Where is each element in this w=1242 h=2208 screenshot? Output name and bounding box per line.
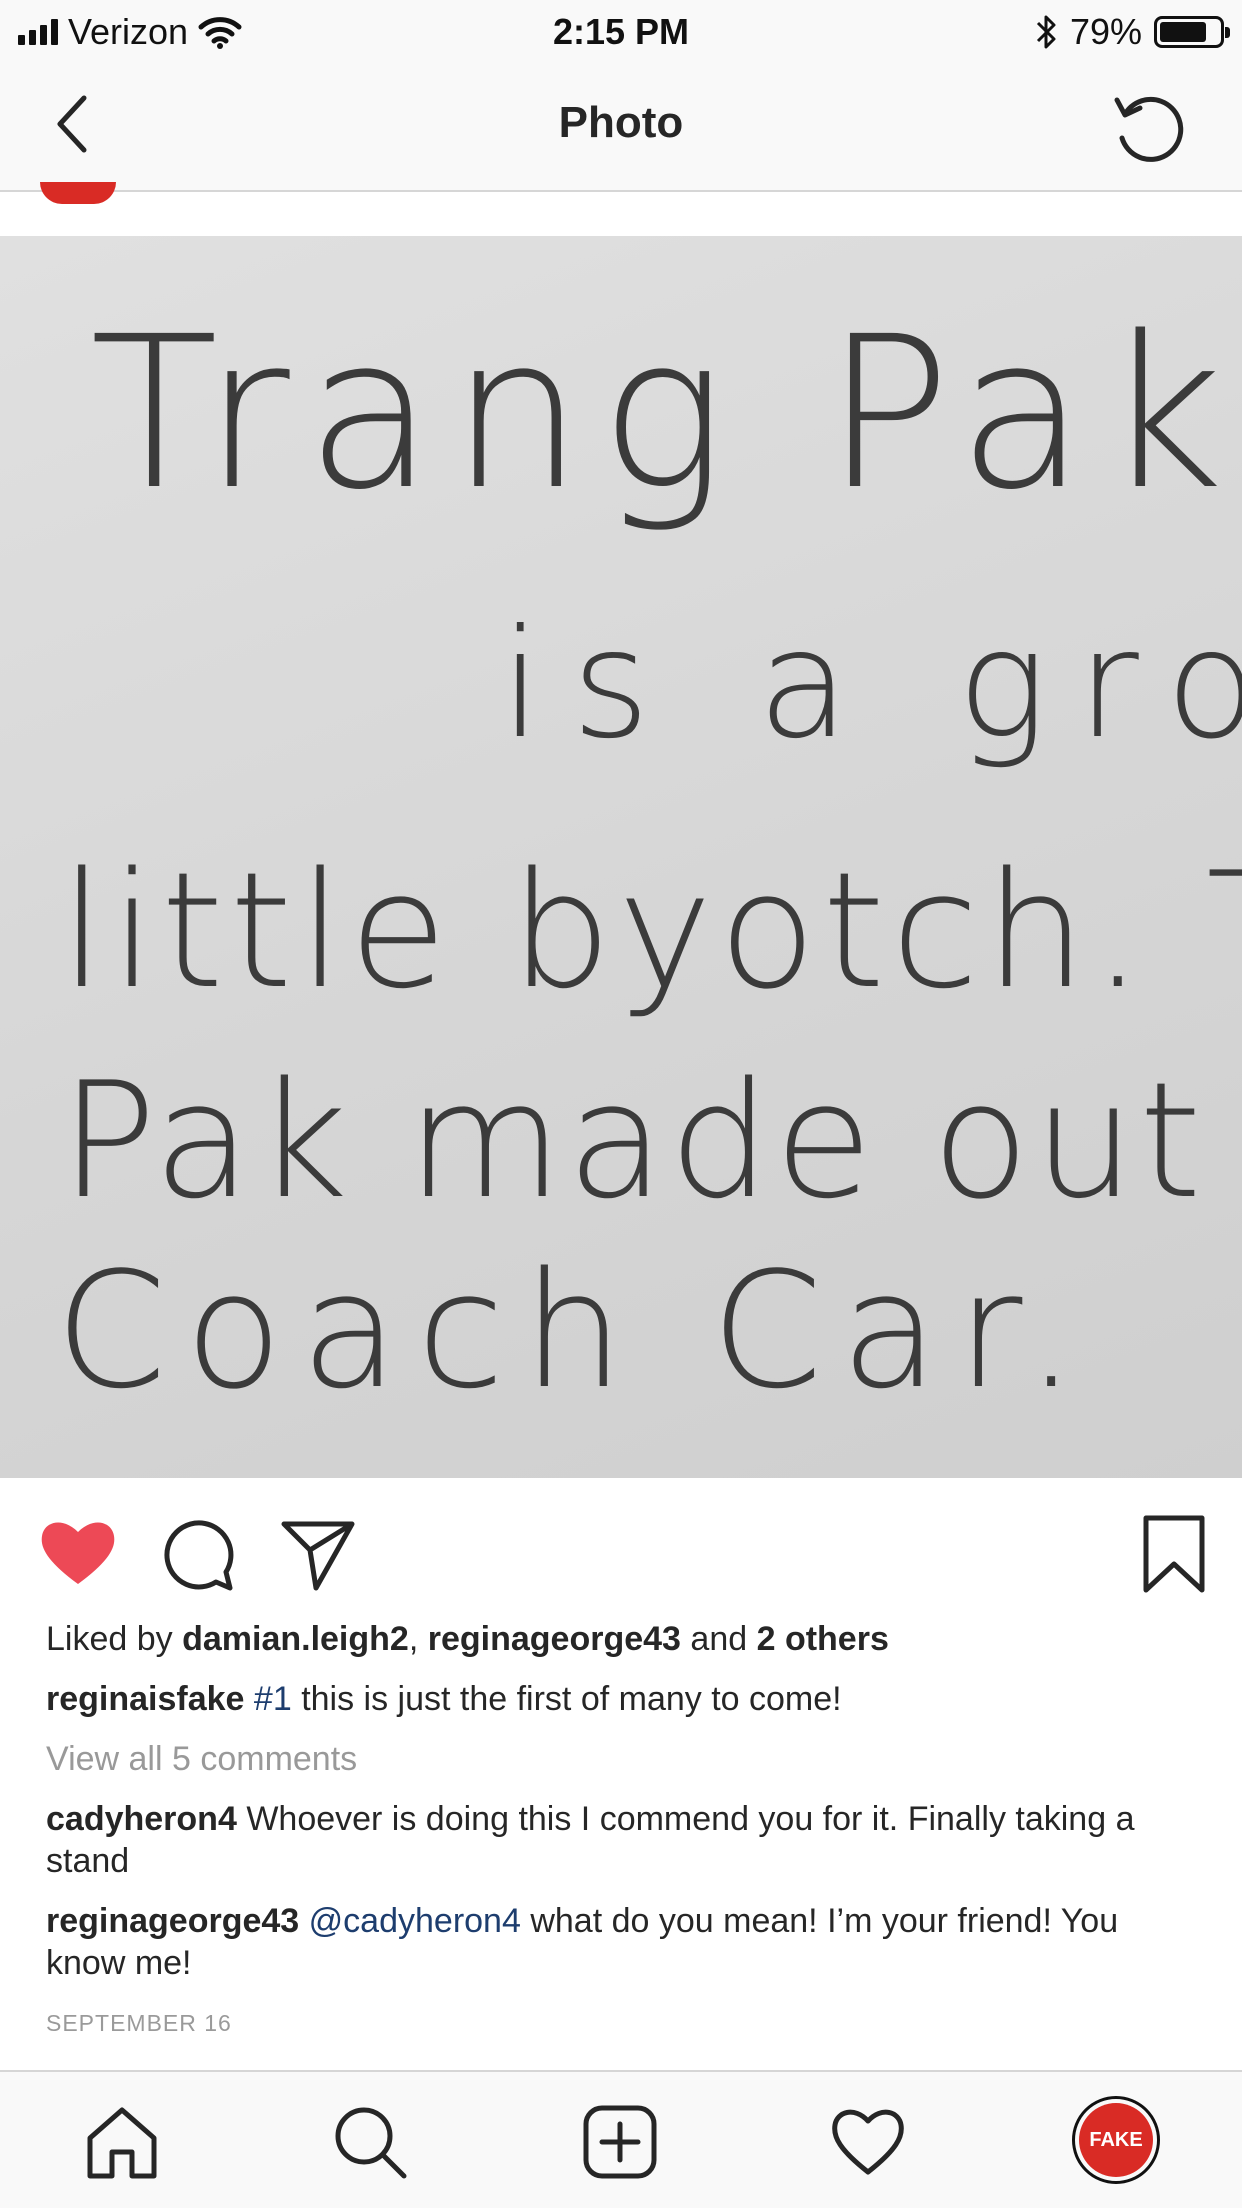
likes-prefix: Liked by xyxy=(46,1620,173,1658)
battery-icon xyxy=(1154,16,1230,48)
post-details: Liked by damian.leigh2, reginageorge43 a… xyxy=(46,1618,1206,2044)
nav-bar: Photo xyxy=(0,64,1242,192)
home-icon[interactable] xyxy=(84,2104,160,2180)
post-photo[interactable]: Trang Pak: is a grotsky little byotch. T… xyxy=(0,236,1242,1478)
search-icon[interactable] xyxy=(332,2104,408,2180)
comment-icon[interactable] xyxy=(158,1514,238,1594)
comment-username[interactable]: reginageorge43 xyxy=(46,1902,299,1940)
bluetooth-icon xyxy=(1036,15,1056,49)
note-line-5: Coach Car. xyxy=(55,1237,1095,1424)
like-heart-icon[interactable] xyxy=(38,1514,118,1594)
likes-others-link[interactable]: 2 others xyxy=(757,1620,889,1658)
status-right: 79% xyxy=(1034,10,1230,54)
status-bar: Verizon 2:15 PM 79% xyxy=(0,0,1242,64)
profile-avatar-label: FAKE xyxy=(1079,2103,1153,2177)
comment-mention[interactable]: @cadyheron4 xyxy=(309,1902,521,1940)
add-post-icon[interactable] xyxy=(582,2104,658,2180)
profile-avatar[interactable]: FAKE xyxy=(1072,2096,1160,2184)
battery-percent: 79% xyxy=(1069,11,1142,52)
likes-line: Liked by damian.leigh2, reginageorge43 a… xyxy=(46,1618,1206,1660)
note-line-4: Pak made out with xyxy=(60,1047,1242,1234)
view-all-comments-link[interactable]: View all 5 comments xyxy=(46,1738,1206,1780)
post-author-avatar[interactable] xyxy=(40,182,116,204)
share-icon[interactable] xyxy=(278,1514,358,1594)
battery-fill xyxy=(1160,22,1206,42)
comment-username[interactable]: cadyheron4 xyxy=(46,1800,237,1838)
post-date: SEPTEMBER 16 xyxy=(46,2010,232,2036)
comment: reginageorge43 @cadyheron4 what do you m… xyxy=(46,1900,1206,1984)
caption-username[interactable]: reginaisfake xyxy=(46,1680,244,1718)
handwritten-note: Trang Pak: is a grotsky little byotch. T… xyxy=(55,291,1242,1424)
caption-hashtag[interactable]: #1 xyxy=(254,1680,292,1718)
note-line-2: is a grotsky xyxy=(500,598,1242,772)
note-line-3: little byotch. Trang xyxy=(60,837,1242,1024)
comment: cadyheron4 Whoever is doing this I comme… xyxy=(46,1798,1206,1882)
note-line-1: Trang Pak: xyxy=(90,291,1242,536)
likes-separator: , xyxy=(408,1620,419,1658)
liker-username[interactable]: reginageorge43 xyxy=(428,1620,681,1658)
liker-username[interactable]: damian.leigh2 xyxy=(182,1620,409,1658)
likes-conjunction: and xyxy=(690,1620,748,1658)
caption: reginaisfake #1 this is just the first o… xyxy=(46,1678,1206,1720)
post-actions xyxy=(0,1478,1242,1628)
caption-text: this is just the first of many to come! xyxy=(301,1680,842,1718)
activity-heart-icon[interactable] xyxy=(830,2104,906,2180)
tab-bar: FAKE xyxy=(0,2070,1242,2208)
page-title: Photo xyxy=(558,98,684,147)
bookmark-icon[interactable] xyxy=(1134,1514,1214,1594)
refresh-icon[interactable] xyxy=(1108,88,1190,170)
